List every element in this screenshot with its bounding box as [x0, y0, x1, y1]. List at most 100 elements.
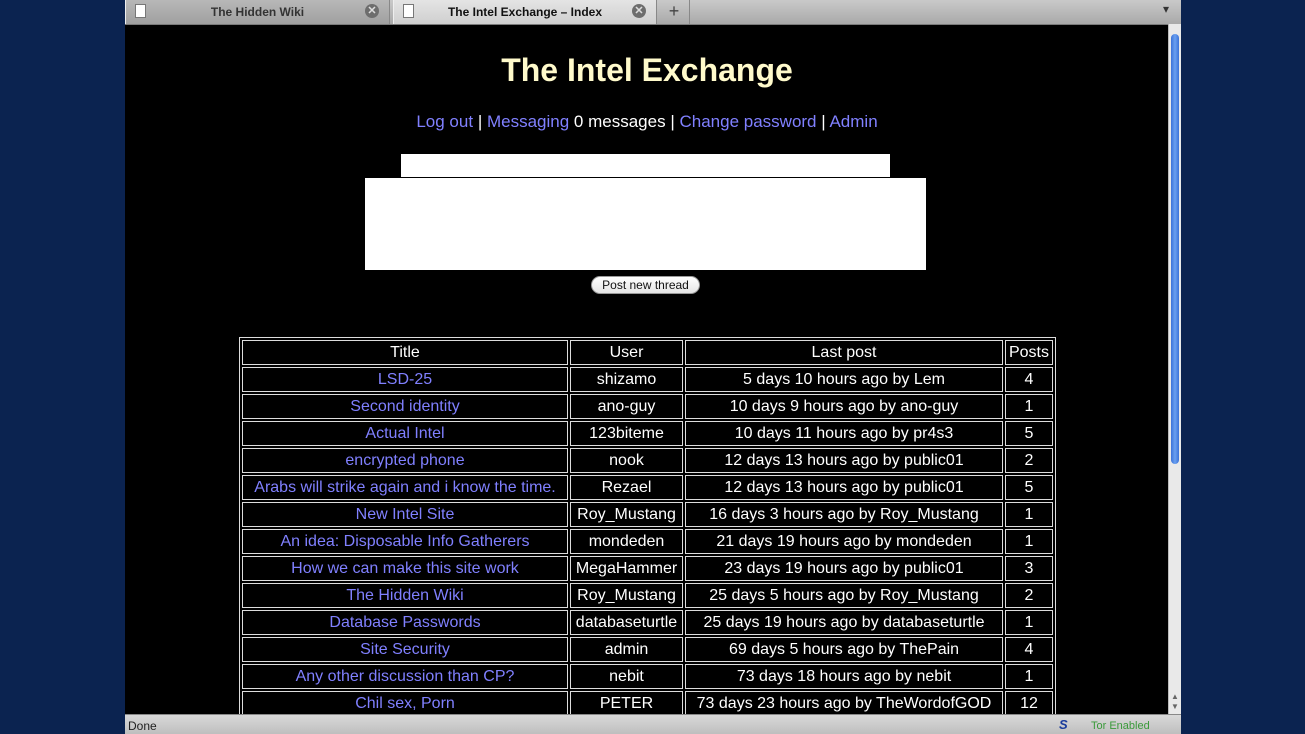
thread-title-cell: Chil sex, Porn [242, 691, 568, 716]
thread-last-post-cell: 73 days 23 hours ago by TheWordofGOD [685, 691, 1003, 716]
thread-title-cell: New Intel Site [242, 502, 568, 527]
thread-title-cell: Actual Intel [242, 421, 568, 446]
thread-title-link[interactable]: The Hidden Wiki [346, 587, 463, 604]
thread-last-post-cell: 25 days 5 hours ago by Roy_Mustang [685, 583, 1003, 608]
thread-last-post-cell: 12 days 13 hours ago by public01 [685, 448, 1003, 473]
thread-last-post-cell: 10 days 9 hours ago by ano-guy [685, 394, 1003, 419]
thread-body-textarea[interactable] [365, 178, 926, 270]
new-tab-button[interactable]: + [659, 0, 690, 24]
header-user: User [570, 340, 683, 365]
thread-title-link[interactable]: New Intel Site [356, 506, 455, 523]
change-password-link[interactable]: Change password [679, 112, 816, 131]
thread-posts-cell: 5 [1005, 421, 1053, 446]
nav-separator: | [670, 112, 675, 131]
thread-title-link[interactable]: Chil sex, Porn [355, 695, 455, 712]
thread-title-cell: An idea: Disposable Info Gatherers [242, 529, 568, 554]
tab-list-icon[interactable]: ▾ [1163, 2, 1179, 22]
user-nav: Log out | Messaging 0 messages | Change … [125, 112, 1169, 132]
admin-link[interactable]: Admin [829, 112, 877, 131]
thread-title-cell: The Hidden Wiki [242, 583, 568, 608]
tab-bar: The Hidden Wiki ✕ The Intel Exchange – I… [125, 0, 1181, 25]
thread-title-link[interactable]: encrypted phone [345, 452, 464, 469]
thread-title-link[interactable]: Any other discussion than CP? [296, 668, 515, 685]
thread-last-post-cell: 23 days 19 hours ago by public01 [685, 556, 1003, 581]
thread-user-cell: 123biteme [570, 421, 683, 446]
thread-posts-cell: 1 [1005, 502, 1053, 527]
thread-posts-cell: 12 [1005, 691, 1053, 716]
thread-last-post-cell: 10 days 11 hours ago by pr4s3 [685, 421, 1003, 446]
table-row: The Hidden Wiki Roy_Mustang 25 days 5 hour… [242, 583, 1053, 608]
logout-link[interactable]: Log out [416, 112, 473, 131]
table-row: encrypted phone nook 12 days 13 hours ago … [242, 448, 1053, 473]
table-row: Site Security admin 69 days 5 hours ago by… [242, 637, 1053, 662]
thread-user-cell: admin [570, 637, 683, 662]
thread-posts-cell: 4 [1005, 637, 1053, 662]
noscript-icon[interactable]: S [1059, 717, 1068, 732]
vertical-scrollbar[interactable]: ▲ ▼ [1168, 24, 1181, 714]
tab-label: The Hidden Wiki [210, 5, 305, 19]
header-title: Title [242, 340, 568, 365]
thread-title-cell: encrypted phone [242, 448, 568, 473]
scroll-arrows-icon[interactable]: ▲ ▼ [1169, 692, 1181, 712]
thread-title-input[interactable] [401, 154, 890, 177]
tab-hidden-wiki[interactable]: The Hidden Wiki ✕ [125, 0, 390, 24]
thread-posts-cell: 1 [1005, 394, 1053, 419]
table-row: Arabs will strike again and i know the t… [242, 475, 1053, 500]
thread-user-cell: nook [570, 448, 683, 473]
table-row: Chil sex, Porn PETER 73 days 23 hours ago … [242, 691, 1053, 716]
thread-user-cell: mondeden [570, 529, 683, 554]
thread-title-link[interactable]: Database Passwords [329, 614, 480, 631]
nav-separator: | [821, 112, 826, 131]
page-title: The Intel Exchange [501, 52, 793, 88]
thread-user-cell: PETER [570, 691, 683, 716]
thread-user-cell: Roy_Mustang [570, 583, 683, 608]
status-text: Done [128, 719, 157, 733]
close-tab-icon[interactable]: ✕ [632, 4, 646, 18]
thread-posts-cell: 3 [1005, 556, 1053, 581]
thread-title-link[interactable]: An idea: Disposable Info Gatherers [280, 533, 529, 550]
thread-user-cell: Roy_Mustang [570, 502, 683, 527]
status-bar: Done S Tor Enabled [125, 714, 1181, 734]
thread-title-cell: Database Passwords [242, 610, 568, 635]
tor-status[interactable]: Tor Enabled [1091, 720, 1150, 732]
table-row: An idea: Disposable Info Gatherers monded… [242, 529, 1053, 554]
thread-posts-cell: 1 [1005, 529, 1053, 554]
thread-title-link[interactable]: Actual Intel [365, 425, 444, 442]
thread-title-cell: Second identity [242, 394, 568, 419]
nav-separator: | [477, 112, 483, 131]
close-tab-icon[interactable]: ✕ [365, 4, 379, 18]
thread-title-link[interactable]: LSD-25 [378, 371, 432, 388]
thread-posts-cell: 5 [1005, 475, 1053, 500]
thread-last-post-cell: 16 days 3 hours ago by Roy_Mustang [685, 502, 1003, 527]
thread-last-post-cell: 5 days 10 hours ago by Lem [685, 367, 1003, 392]
thread-last-post-cell: 25 days 19 hours ago by databaseturtle [685, 610, 1003, 635]
page-content: The Intel Exchange Log out | Messaging 0… [125, 25, 1169, 719]
thread-posts-cell: 4 [1005, 367, 1053, 392]
thread-user-cell: ano-guy [570, 394, 683, 419]
header-last-post: Last post [685, 340, 1003, 365]
thread-title-link[interactable]: How we can make this site work [291, 560, 519, 577]
thread-user-cell: nebit [570, 664, 683, 689]
thread-last-post-cell: 73 days 18 hours ago by nebit [685, 664, 1003, 689]
thread-last-post-cell: 69 days 5 hours ago by ThePain [685, 637, 1003, 662]
scrollbar-thumb[interactable] [1171, 34, 1179, 464]
thread-user-cell: databaseturtle [570, 610, 683, 635]
thread-last-post-cell: 21 days 19 hours ago by mondeden [685, 529, 1003, 554]
thread-title-link[interactable]: Second identity [350, 398, 459, 415]
table-row: Actual Intel 123biteme 10 days 11 hours ag… [242, 421, 1053, 446]
table-row: How we can make this site work MegaHammer… [242, 556, 1053, 581]
tab-label: The Intel Exchange – Index [447, 5, 603, 19]
thread-title-cell: Any other discussion than CP? [242, 664, 568, 689]
thread-title-link[interactable]: Arabs will strike again and i know the t… [254, 479, 555, 496]
thread-title-link[interactable]: Site Security [360, 641, 450, 658]
messaging-link[interactable]: Messaging [487, 112, 569, 131]
browser-window: The Hidden Wiki ✕ The Intel Exchange – I… [125, 0, 1181, 734]
tab-intel-exchange[interactable]: The Intel Exchange – Index ✕ [393, 0, 657, 24]
table-header-row: Title User Last post Posts [242, 340, 1053, 365]
post-new-thread-button[interactable]: Post new thread [591, 276, 700, 294]
thread-title-cell: Arabs will strike again and i know the t… [242, 475, 568, 500]
thread-user-cell: MegaHammer [570, 556, 683, 581]
threads-table: Title User Last post Posts LSD-25 shizamo… [239, 337, 1056, 719]
table-row: New Intel Site Roy_Mustang 16 days 3 hours… [242, 502, 1053, 527]
thread-posts-cell: 2 [1005, 448, 1053, 473]
